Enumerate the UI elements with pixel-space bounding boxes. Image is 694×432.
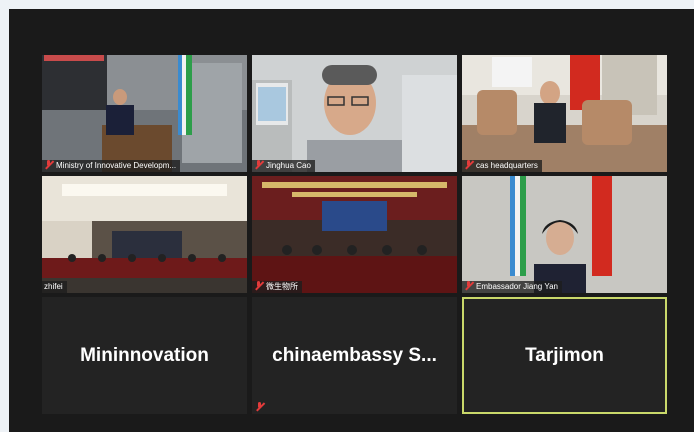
participant-name: Tarjimon <box>525 344 604 366</box>
video-tile-cas-headquarters[interactable]: cas headquarters <box>462 55 667 172</box>
microphone-muted-icon <box>254 160 263 169</box>
participant-label: Embassador Jiang Yan <box>462 281 562 293</box>
participant-name: Mininnovation <box>80 344 209 366</box>
video-feed <box>42 55 247 172</box>
participant-name: Embassador Jiang Yan <box>476 282 558 291</box>
participant-label: 微生物所 <box>252 281 302 293</box>
video-tile-ministry[interactable]: Ministry of Innovative Developm... <box>42 55 247 172</box>
video-tile-embassador-jiang-yan[interactable]: Embassador Jiang Yan <box>462 176 667 293</box>
video-feed <box>252 55 457 172</box>
video-tile-zhifei[interactable]: zhifei <box>42 176 247 293</box>
microphone-muted-icon <box>254 281 263 290</box>
microphone-muted-icon <box>44 160 53 169</box>
video-feed <box>462 176 667 293</box>
video-feed <box>252 176 457 293</box>
name-tile-chinaembassy[interactable]: chinaembassy S... <box>252 297 457 414</box>
participant-label: cas headquarters <box>462 160 542 172</box>
video-tile-microbiology-institute[interactable]: 微生物所 <box>252 176 457 293</box>
participant-label: Ministry of Innovative Developm... <box>42 160 181 172</box>
video-feed <box>462 55 667 172</box>
participant-name: chinaembassy S... <box>272 344 437 366</box>
participant-name: 微生物所 <box>266 282 298 291</box>
video-tile-jinghua-cao[interactable]: Jinghua Cao <box>252 55 457 172</box>
name-tile-tarjimon-active-speaker[interactable]: Tarjimon <box>462 297 667 414</box>
participant-name: Ministry of Innovative Developm... <box>56 161 177 170</box>
participant-label: zhifei <box>42 281 67 293</box>
participant-label: Jinghua Cao <box>252 160 315 172</box>
name-tile-mininnovation[interactable]: Mininnovation <box>42 297 247 414</box>
meeting-window: Ministry of Innovative Developm... Jingh… <box>9 9 694 432</box>
microphone-muted-icon <box>464 160 473 169</box>
participant-name: cas headquarters <box>476 161 538 170</box>
microphone-muted-icon <box>255 402 264 411</box>
video-feed <box>42 176 247 293</box>
participant-name: zhifei <box>44 282 63 291</box>
participant-name: Jinghua Cao <box>266 161 311 170</box>
microphone-muted-icon <box>464 281 473 290</box>
